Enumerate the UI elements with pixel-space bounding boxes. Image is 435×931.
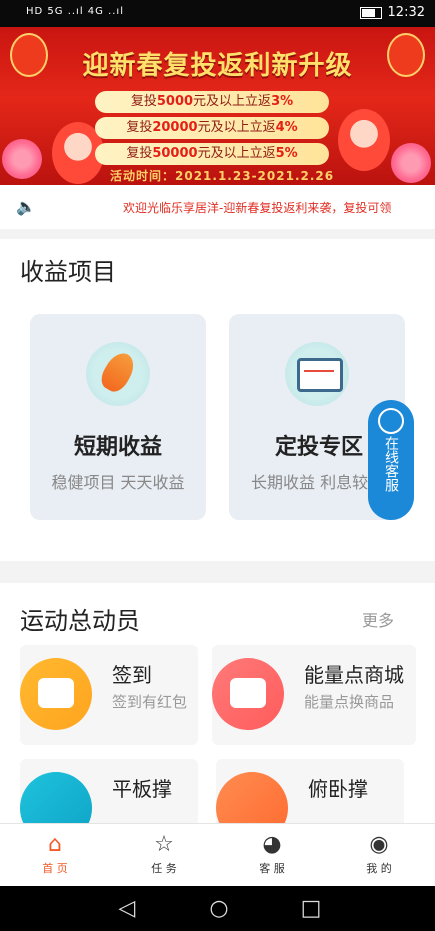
activity-time: 活动时间：2021.1.23-2021.2.26 (110, 169, 335, 183)
flower-icon (391, 143, 431, 183)
short-term-card[interactable]: 短期收益 稳健项目 天天收益 (30, 314, 206, 520)
shop-icon (212, 658, 284, 730)
notice-text: 欢迎光临乐享居洋-迎新春复投返利来袭，复投可领 (123, 201, 392, 215)
calendar-icon (20, 658, 92, 730)
card-title: 短期收益 (73, 435, 162, 460)
tab-service[interactable]: ◕ 客 服 (242, 832, 302, 876)
status-right: 12:32 (359, 5, 425, 20)
system-nav-bar: ◁ ○ □ (0, 886, 435, 931)
chat-bubble-icon (378, 408, 404, 434)
tile-subtitle: 签到有红包 (112, 693, 188, 711)
rocket-icon (86, 342, 150, 406)
notice-bar[interactable]: 🔈 欢迎光临乐享居洋-迎新春复投返利来袭，复投可领 (0, 185, 435, 229)
tile-title: 能量点商城 (304, 663, 404, 687)
monitor-chart-icon (285, 342, 349, 406)
card-subtitle: 稳健项目 天天收益 (51, 473, 185, 492)
earnings-section: 收益项目 短期收益 稳健项目 天天收益 定投专区 长期收益 利息较 (0, 239, 435, 561)
back-icon[interactable]: ◁ (113, 896, 141, 924)
user-icon: ◉ (369, 832, 389, 857)
checkin-tile[interactable]: 签到 签到有红包 (20, 645, 198, 745)
energy-shop-tile[interactable]: 能量点商城 能量点换商品 (212, 645, 416, 745)
card-title: 定投专区 (275, 435, 364, 460)
section-title: 收益项目 (20, 258, 116, 286)
tile-title: 签到 (112, 663, 152, 687)
bottom-tab-bar: ⌂ 首 页 ☆ 任 务 ◕ 客 服 ◉ 我 的 (0, 823, 435, 887)
section-title: 运动总动员 (20, 607, 140, 635)
offer-row: 复投50000元及以上立返5% (95, 143, 329, 165)
battery-icon (359, 6, 382, 19)
tab-home[interactable]: ⌂ 首 页 (25, 832, 85, 876)
headset-icon: ◕ (262, 832, 282, 857)
offer-row: 复投20000元及以上立返4% (95, 117, 329, 139)
mascot-boy-image (338, 109, 390, 171)
offer-row: 复投5000元及以上立返3% (95, 91, 329, 113)
promo-banner[interactable]: 迎新春复投返利新升级 复投5000元及以上立返3% 复投20000元及以上立返4… (0, 27, 435, 185)
status-bar: HD 5G ..ıl 4G ..ıl 12:32 (0, 0, 435, 27)
speaker-icon: 🔈 (16, 197, 36, 216)
service-label: 在线客服 (383, 436, 399, 492)
tile-title: 平板撑 (112, 777, 172, 801)
banner-title: 迎新春复投返利新升级 (82, 51, 353, 81)
signal-indicators: HD 5G ..ıl 4G ..ıl (26, 6, 124, 17)
status-time: 12:32 (387, 5, 425, 20)
tab-tasks[interactable]: ☆ 任 务 (134, 832, 194, 876)
star-icon: ☆ (154, 832, 174, 857)
tile-subtitle: 能量点换商品 (304, 693, 395, 711)
sports-section: 运动总动员 更多 签到 签到有红包 能量点商城 能量点换商品 平板撑 俯卧撑 (0, 583, 435, 859)
home-icon: ⌂ (48, 832, 62, 857)
home-circle-icon[interactable]: ○ (205, 896, 233, 924)
card-subtitle: 长期收益 利息较 (251, 473, 369, 492)
more-link[interactable]: 更多 (362, 607, 394, 631)
recent-apps-icon[interactable]: □ (297, 896, 325, 924)
flower-icon (2, 139, 42, 179)
online-service-button[interactable]: 在线客服 (368, 400, 414, 520)
tile-title: 俯卧撑 (308, 777, 368, 801)
tab-me[interactable]: ◉ 我 的 (349, 832, 409, 876)
